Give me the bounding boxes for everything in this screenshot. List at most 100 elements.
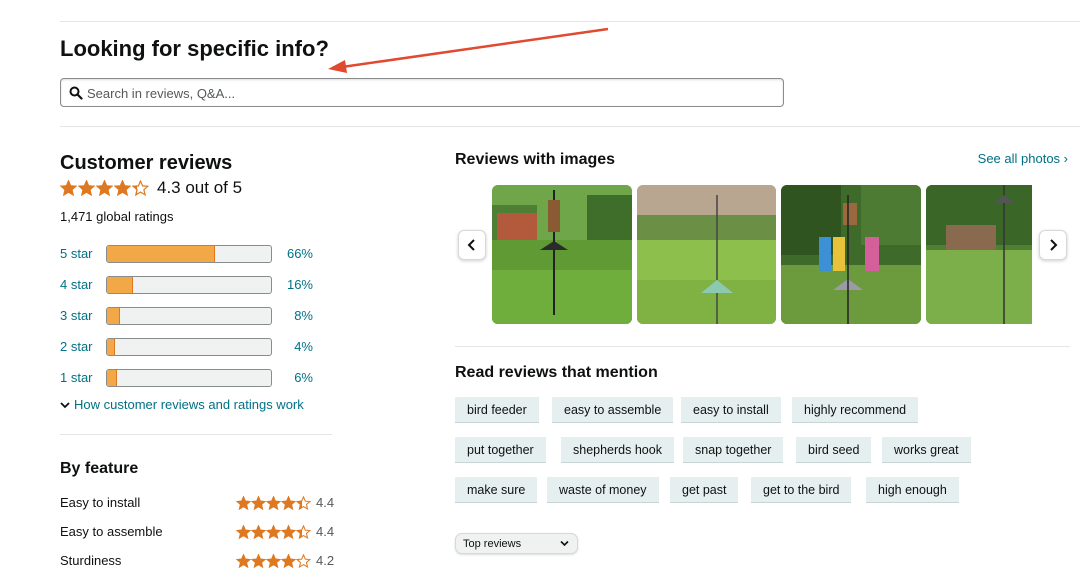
search-icon bbox=[69, 86, 83, 100]
star-icon bbox=[96, 180, 113, 196]
overall-stars bbox=[60, 180, 149, 196]
feature-rating: 4.4 bbox=[316, 495, 335, 510]
review-photo bbox=[637, 185, 776, 324]
histogram-label[interactable]: 1 star bbox=[60, 370, 106, 385]
mention-chip[interactable]: put together bbox=[455, 437, 546, 463]
star-icon bbox=[251, 495, 266, 510]
histogram-row-5-star[interactable]: 5 star 66% bbox=[60, 238, 320, 269]
review-image-thumbnail[interactable] bbox=[926, 185, 1032, 324]
histogram-bar[interactable] bbox=[106, 337, 272, 356]
rating-histogram: 5 star 66% 4 star 16% 3 star 8% 2 star 4… bbox=[60, 238, 320, 393]
overall-rating[interactable]: 4.3 out of 5 bbox=[60, 178, 242, 198]
histogram-percent[interactable]: 6% bbox=[272, 370, 313, 385]
histogram-fill bbox=[107, 369, 117, 386]
chevron-right-icon bbox=[1050, 239, 1058, 251]
histogram-percent[interactable]: 8% bbox=[272, 308, 313, 323]
star-icon bbox=[78, 180, 95, 196]
mention-chip[interactable]: snap together bbox=[683, 437, 784, 463]
feature-name: Sturdiness bbox=[60, 553, 122, 568]
histogram-bar[interactable] bbox=[106, 244, 272, 263]
review-search-box[interactable] bbox=[60, 78, 784, 107]
review-photo bbox=[492, 185, 632, 324]
chevron-left-icon bbox=[467, 239, 475, 251]
search-heading: Looking for specific info? bbox=[60, 36, 329, 61]
sort-selected-value: Top reviews bbox=[463, 537, 522, 550]
by-feature-title: By feature bbox=[60, 460, 139, 477]
star-icon bbox=[266, 495, 281, 510]
mention-chip[interactable]: make sure bbox=[455, 477, 538, 503]
histogram-row-3-star[interactable]: 3 star 8% bbox=[60, 300, 320, 331]
feature-row: Sturdiness 4.2 bbox=[60, 553, 340, 568]
star-icon bbox=[281, 553, 296, 568]
histogram-percent[interactable]: 66% bbox=[272, 246, 313, 261]
histogram-fill bbox=[107, 338, 116, 355]
star-icon bbox=[296, 495, 311, 510]
histogram-row-1-star[interactable]: 1 star 6% bbox=[60, 362, 320, 393]
star-icon bbox=[296, 524, 311, 539]
histogram-row-4-star[interactable]: 4 star 16% bbox=[60, 269, 320, 300]
sort-dropdown[interactable]: Top reviews bbox=[455, 533, 578, 554]
mention-chip[interactable]: easy to assemble bbox=[552, 397, 674, 423]
carousel-next-button[interactable] bbox=[1039, 230, 1067, 260]
mention-chip[interactable]: easy to install bbox=[681, 397, 781, 423]
star-icon bbox=[266, 553, 281, 568]
review-photo bbox=[926, 185, 1032, 324]
review-image-thumbnail[interactable] bbox=[637, 185, 776, 324]
star-icon bbox=[236, 524, 251, 539]
feature-name: Easy to assemble bbox=[60, 524, 163, 539]
histogram-bar[interactable] bbox=[106, 368, 272, 387]
histogram-percent[interactable]: 4% bbox=[272, 339, 313, 354]
mention-chip[interactable]: bird seed bbox=[796, 437, 872, 463]
feature-stars bbox=[236, 495, 311, 510]
chevron-down-icon bbox=[60, 401, 70, 408]
feature-rating: 4.4 bbox=[316, 524, 335, 539]
see-all-photos-link[interactable]: See all photos › bbox=[978, 151, 1068, 166]
customer-reviews-title: Customer reviews bbox=[60, 152, 233, 174]
top-divider bbox=[60, 21, 1080, 22]
star-icon bbox=[281, 495, 296, 510]
mention-chip[interactable]: shepherds hook bbox=[561, 437, 674, 463]
star-icon bbox=[296, 553, 311, 568]
histogram-row-2-star[interactable]: 2 star 4% bbox=[60, 331, 320, 362]
mention-chip[interactable]: get past bbox=[670, 477, 739, 503]
star-icon bbox=[251, 524, 266, 539]
star-icon bbox=[132, 180, 149, 196]
histogram-bar[interactable] bbox=[106, 306, 272, 325]
mention-chip[interactable]: highly recommend bbox=[792, 397, 919, 423]
rating-text: 4.3 out of 5 bbox=[157, 178, 243, 197]
mention-chip[interactable]: works great bbox=[882, 437, 971, 463]
carousel-prev-button[interactable] bbox=[458, 230, 486, 260]
histogram-label[interactable]: 3 star bbox=[60, 308, 106, 323]
review-photo bbox=[781, 185, 921, 324]
global-ratings-count: 1,471 global ratings bbox=[60, 209, 174, 224]
mention-chip[interactable]: get to the bird bbox=[751, 477, 852, 503]
review-image-thumbnail[interactable] bbox=[781, 185, 921, 324]
star-icon bbox=[114, 180, 131, 196]
how-reviews-work-link[interactable]: How customer reviews and ratings work bbox=[60, 397, 304, 412]
star-icon bbox=[236, 495, 251, 510]
mention-chip[interactable]: high enough bbox=[866, 477, 959, 503]
histogram-label[interactable]: 4 star bbox=[60, 277, 106, 292]
star-icon bbox=[251, 553, 266, 568]
histogram-bar[interactable] bbox=[106, 275, 272, 294]
star-icon bbox=[281, 524, 296, 539]
feature-row: Easy to assemble 4.4 bbox=[60, 524, 340, 539]
mention-chip[interactable]: waste of money bbox=[547, 477, 659, 503]
chevron-down-icon bbox=[560, 540, 569, 547]
star-icon bbox=[60, 180, 77, 196]
histogram-percent[interactable]: 16% bbox=[272, 277, 313, 292]
histogram-fill bbox=[107, 307, 121, 324]
search-input[interactable] bbox=[87, 81, 777, 105]
section-divider bbox=[60, 126, 1080, 127]
reviews-with-images-title: Reviews with images bbox=[455, 151, 616, 168]
mention-chip[interactable]: bird feeder bbox=[455, 397, 539, 423]
feature-name: Easy to install bbox=[60, 495, 141, 510]
review-image-thumbnail[interactable] bbox=[492, 185, 632, 324]
how-reviews-work-label[interactable]: How customer reviews and ratings work bbox=[74, 397, 304, 412]
feature-rating: 4.2 bbox=[316, 553, 335, 568]
feature-row: Easy to install 4.4 bbox=[60, 495, 340, 510]
feature-stars bbox=[236, 524, 311, 539]
star-icon bbox=[266, 524, 281, 539]
histogram-label[interactable]: 5 star bbox=[60, 246, 106, 261]
histogram-label[interactable]: 2 star bbox=[60, 339, 106, 354]
